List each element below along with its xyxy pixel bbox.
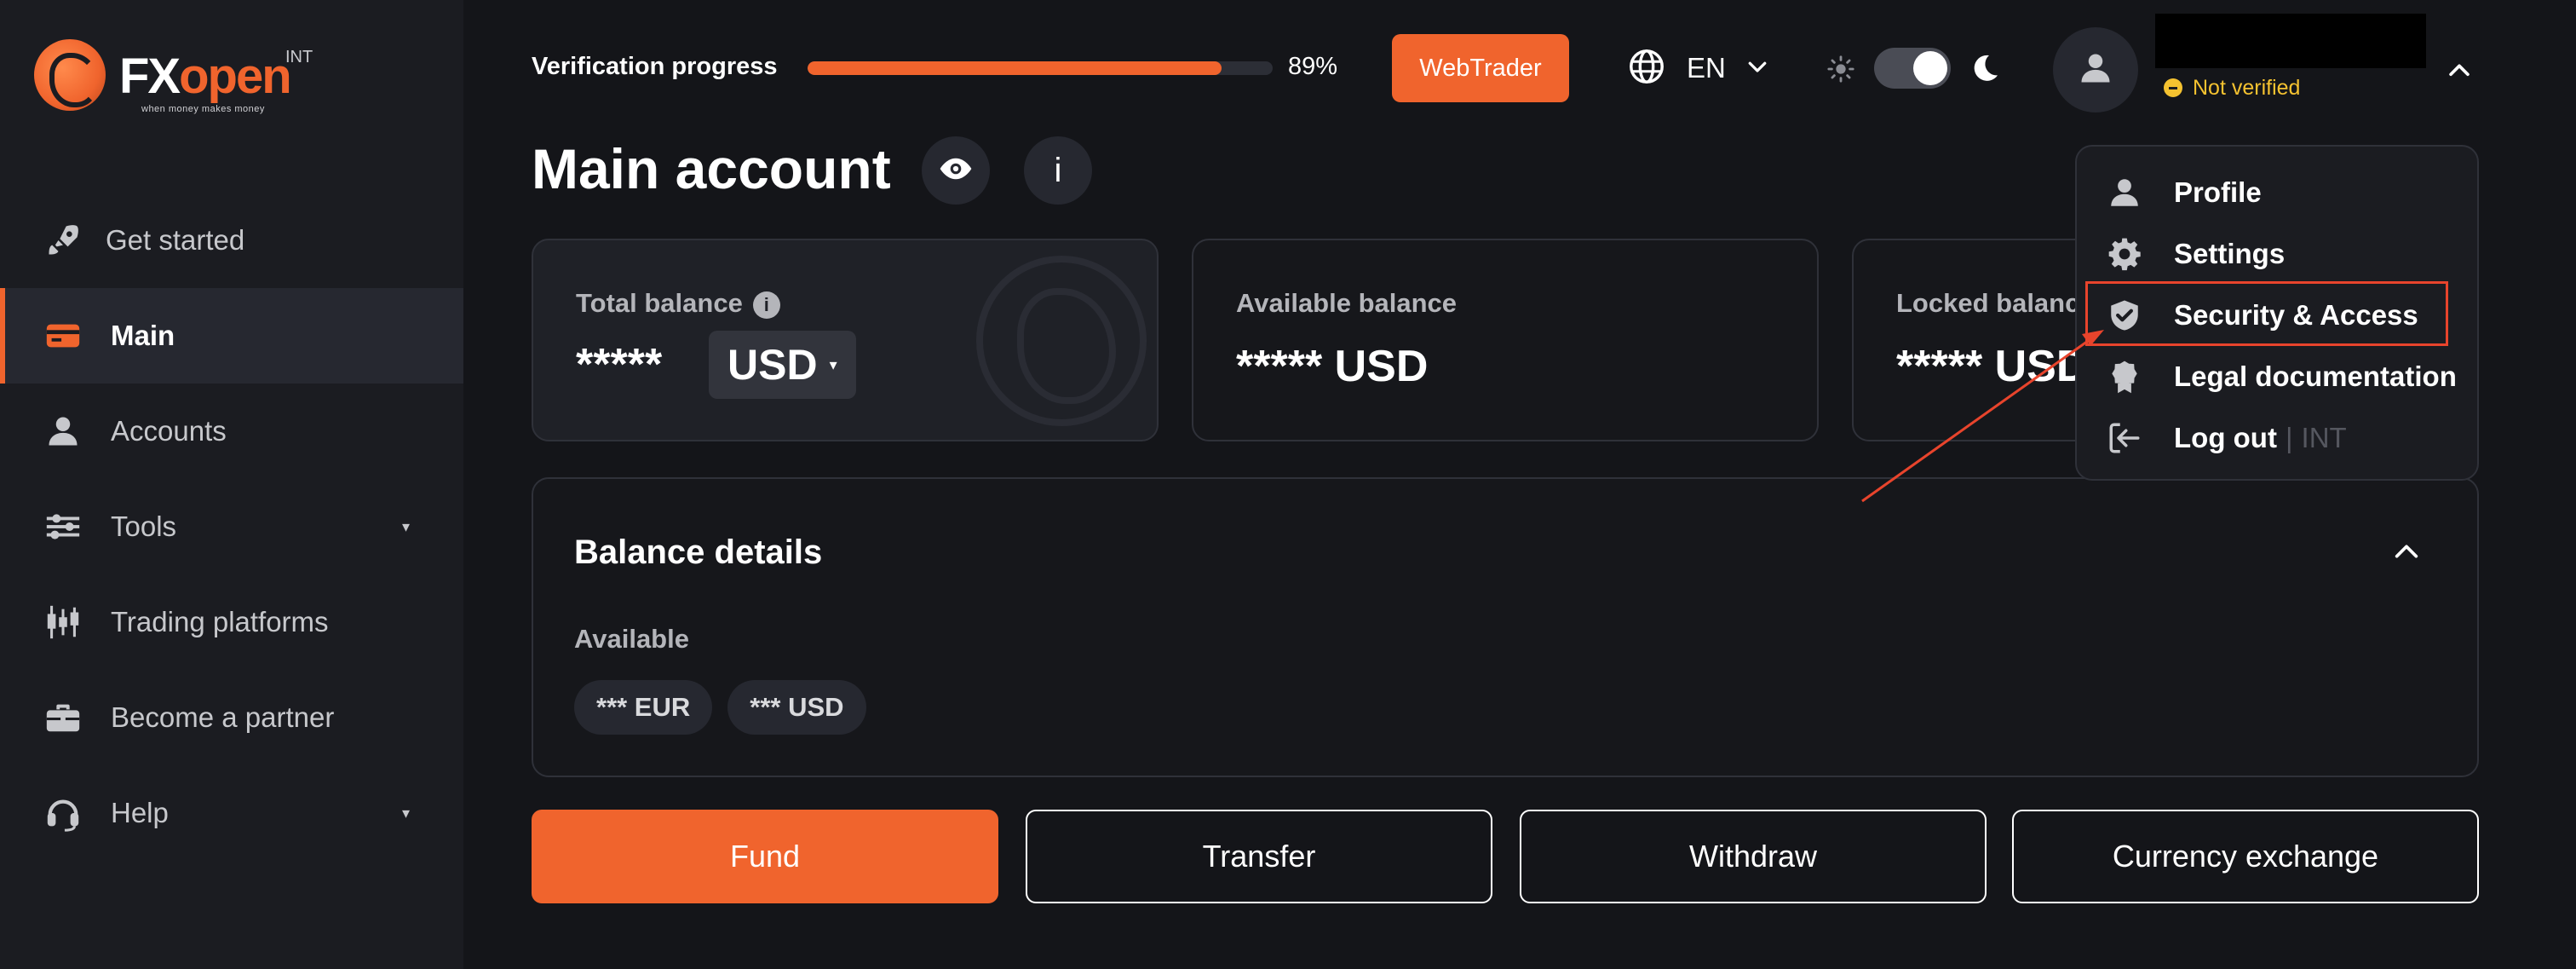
chevron-up-icon[interactable] <box>2445 56 2474 89</box>
menu-item-legal-documentation[interactable]: Legal documentation <box>2077 346 2481 407</box>
caret-down-icon: ▾ <box>829 355 837 373</box>
logo-suffix: INT <box>285 48 313 66</box>
language-code: EN <box>1687 52 1726 84</box>
fxopen-logo[interactable]: FXopen INT when money makes money <box>34 36 324 114</box>
verification-status-text: Not verified <box>2193 75 2301 100</box>
total-balance-label: Total balance i <box>576 288 780 319</box>
sidebar-item-tools[interactable]: Tools ▾ <box>0 479 463 574</box>
sidebar-item-label: Tools <box>111 510 177 542</box>
webtrader-button[interactable]: WebTrader <box>1392 34 1569 102</box>
expand-caret-icon[interactable]: ▾ <box>402 805 410 822</box>
withdraw-button[interactable]: Withdraw <box>1520 810 1987 903</box>
expand-caret-icon[interactable]: ▾ <box>402 518 410 536</box>
bull-logo-icon <box>34 39 106 111</box>
total-balance-card: Total balance i ***** USD ▾ <box>532 239 1159 441</box>
available-subtitle: Available <box>574 624 689 654</box>
moon-icon[interactable] <box>1968 51 2002 89</box>
menu-item-label: Settings <box>2174 238 2286 269</box>
verification-progress-fill <box>808 61 1222 75</box>
warning-status-icon <box>2164 78 2182 97</box>
menu-item-label: Legal documentation <box>2174 360 2457 392</box>
eye-icon <box>938 151 974 191</box>
logout-icon <box>2104 418 2145 459</box>
rocket-icon <box>43 220 83 261</box>
sliders-icon <box>43 506 83 547</box>
sidebar-item-become-partner[interactable]: Become a partner <box>0 670 463 765</box>
sidebar-item-trading-platforms[interactable]: Trading platforms <box>0 574 463 670</box>
sidebar-item-label: Help <box>111 797 169 828</box>
available-balance-label: Available balance <box>1236 288 1458 318</box>
sidebar-item-label: Trading platforms <box>111 606 329 637</box>
logo-tagline: when money makes money <box>141 104 265 114</box>
sidebar: FXopen INT when money makes money Get st… <box>0 0 463 969</box>
annotation-highlight-box <box>2085 281 2448 346</box>
logo-wordmark: FXopen <box>119 49 292 104</box>
info-icon[interactable]: i <box>752 291 780 319</box>
sidebar-item-accounts[interactable]: Accounts <box>0 384 463 479</box>
balance-details-panel: Balance details Available *** EUR *** US… <box>532 477 2479 777</box>
gear-icon <box>2104 234 2145 274</box>
menu-item-label: Profile <box>2174 176 2262 208</box>
menu-item-logout[interactable]: Log out | INT <box>2077 407 2481 469</box>
person-icon <box>2104 172 2145 213</box>
theme-toggle[interactable] <box>1874 48 1951 89</box>
sidebar-item-label: Accounts <box>111 415 227 447</box>
language-selector[interactable]: EN <box>1627 48 1770 89</box>
available-balance-card: Available balance ***** USD <box>1192 239 1819 441</box>
sidebar-item-label: Get started <box>106 224 245 256</box>
chevron-up-icon[interactable] <box>2392 537 2421 570</box>
briefcase-icon <box>43 697 83 738</box>
verification-status: Not verified <box>2164 75 2300 101</box>
locked-balance-value: ***** USD <box>1896 342 2089 391</box>
currency-exchange-button[interactable]: Currency exchange <box>2012 810 2479 903</box>
globe-icon <box>1627 47 1666 90</box>
headset-icon <box>43 793 83 833</box>
sidebar-nav: Get started Main Accounts Tools ▾ Tradin… <box>0 193 463 861</box>
sidebar-item-label: Main <box>111 320 175 351</box>
balance-details-title: Balance details <box>574 534 823 571</box>
certificate-icon <box>2104 356 2145 397</box>
sidebar-item-main[interactable]: Main <box>0 288 463 384</box>
theme-toggle-knob <box>1913 51 1947 85</box>
bull-watermark-icon <box>976 256 1147 426</box>
card-icon <box>43 315 83 356</box>
info-button[interactable]: i <box>1024 136 1092 205</box>
menu-item-settings[interactable]: Settings <box>2077 223 2481 285</box>
currency-chip-usd[interactable]: *** USD <box>727 680 866 735</box>
available-balance-value: ***** USD <box>1236 342 1429 391</box>
transfer-button[interactable]: Transfer <box>1026 810 1492 903</box>
menu-item-profile[interactable]: Profile <box>2077 162 2481 223</box>
verification-progress-label: Verification progress <box>532 53 778 80</box>
chevron-down-icon <box>1745 54 1770 84</box>
selected-currency: USD <box>727 341 818 389</box>
person-icon <box>2077 49 2114 91</box>
info-icon: i <box>1054 151 1062 189</box>
page-title: Main account <box>532 137 891 200</box>
currency-select[interactable]: USD ▾ <box>709 331 856 399</box>
currency-chips: *** EUR *** USD <box>574 680 866 735</box>
candlestick-icon <box>43 602 83 643</box>
locked-balance-label: Locked balance <box>1896 288 2095 318</box>
total-balance-value: ***** <box>576 340 663 389</box>
sidebar-item-help[interactable]: Help ▾ <box>0 765 463 861</box>
menu-item-label: Log out | INT <box>2174 422 2347 453</box>
fund-button[interactable]: Fund <box>532 810 998 903</box>
sidebar-item-label: Become a partner <box>111 701 335 733</box>
verification-progress-bar <box>808 61 1273 75</box>
person-icon <box>43 411 83 452</box>
sun-icon[interactable] <box>1826 55 1855 88</box>
toggle-visibility-button[interactable] <box>922 136 990 205</box>
username-redacted <box>2155 14 2426 68</box>
currency-chip-eur[interactable]: *** EUR <box>574 680 713 735</box>
avatar[interactable] <box>2053 27 2138 112</box>
sidebar-item-get-started[interactable]: Get started <box>0 193 463 288</box>
verification-progress-percent: 89% <box>1288 53 1338 80</box>
